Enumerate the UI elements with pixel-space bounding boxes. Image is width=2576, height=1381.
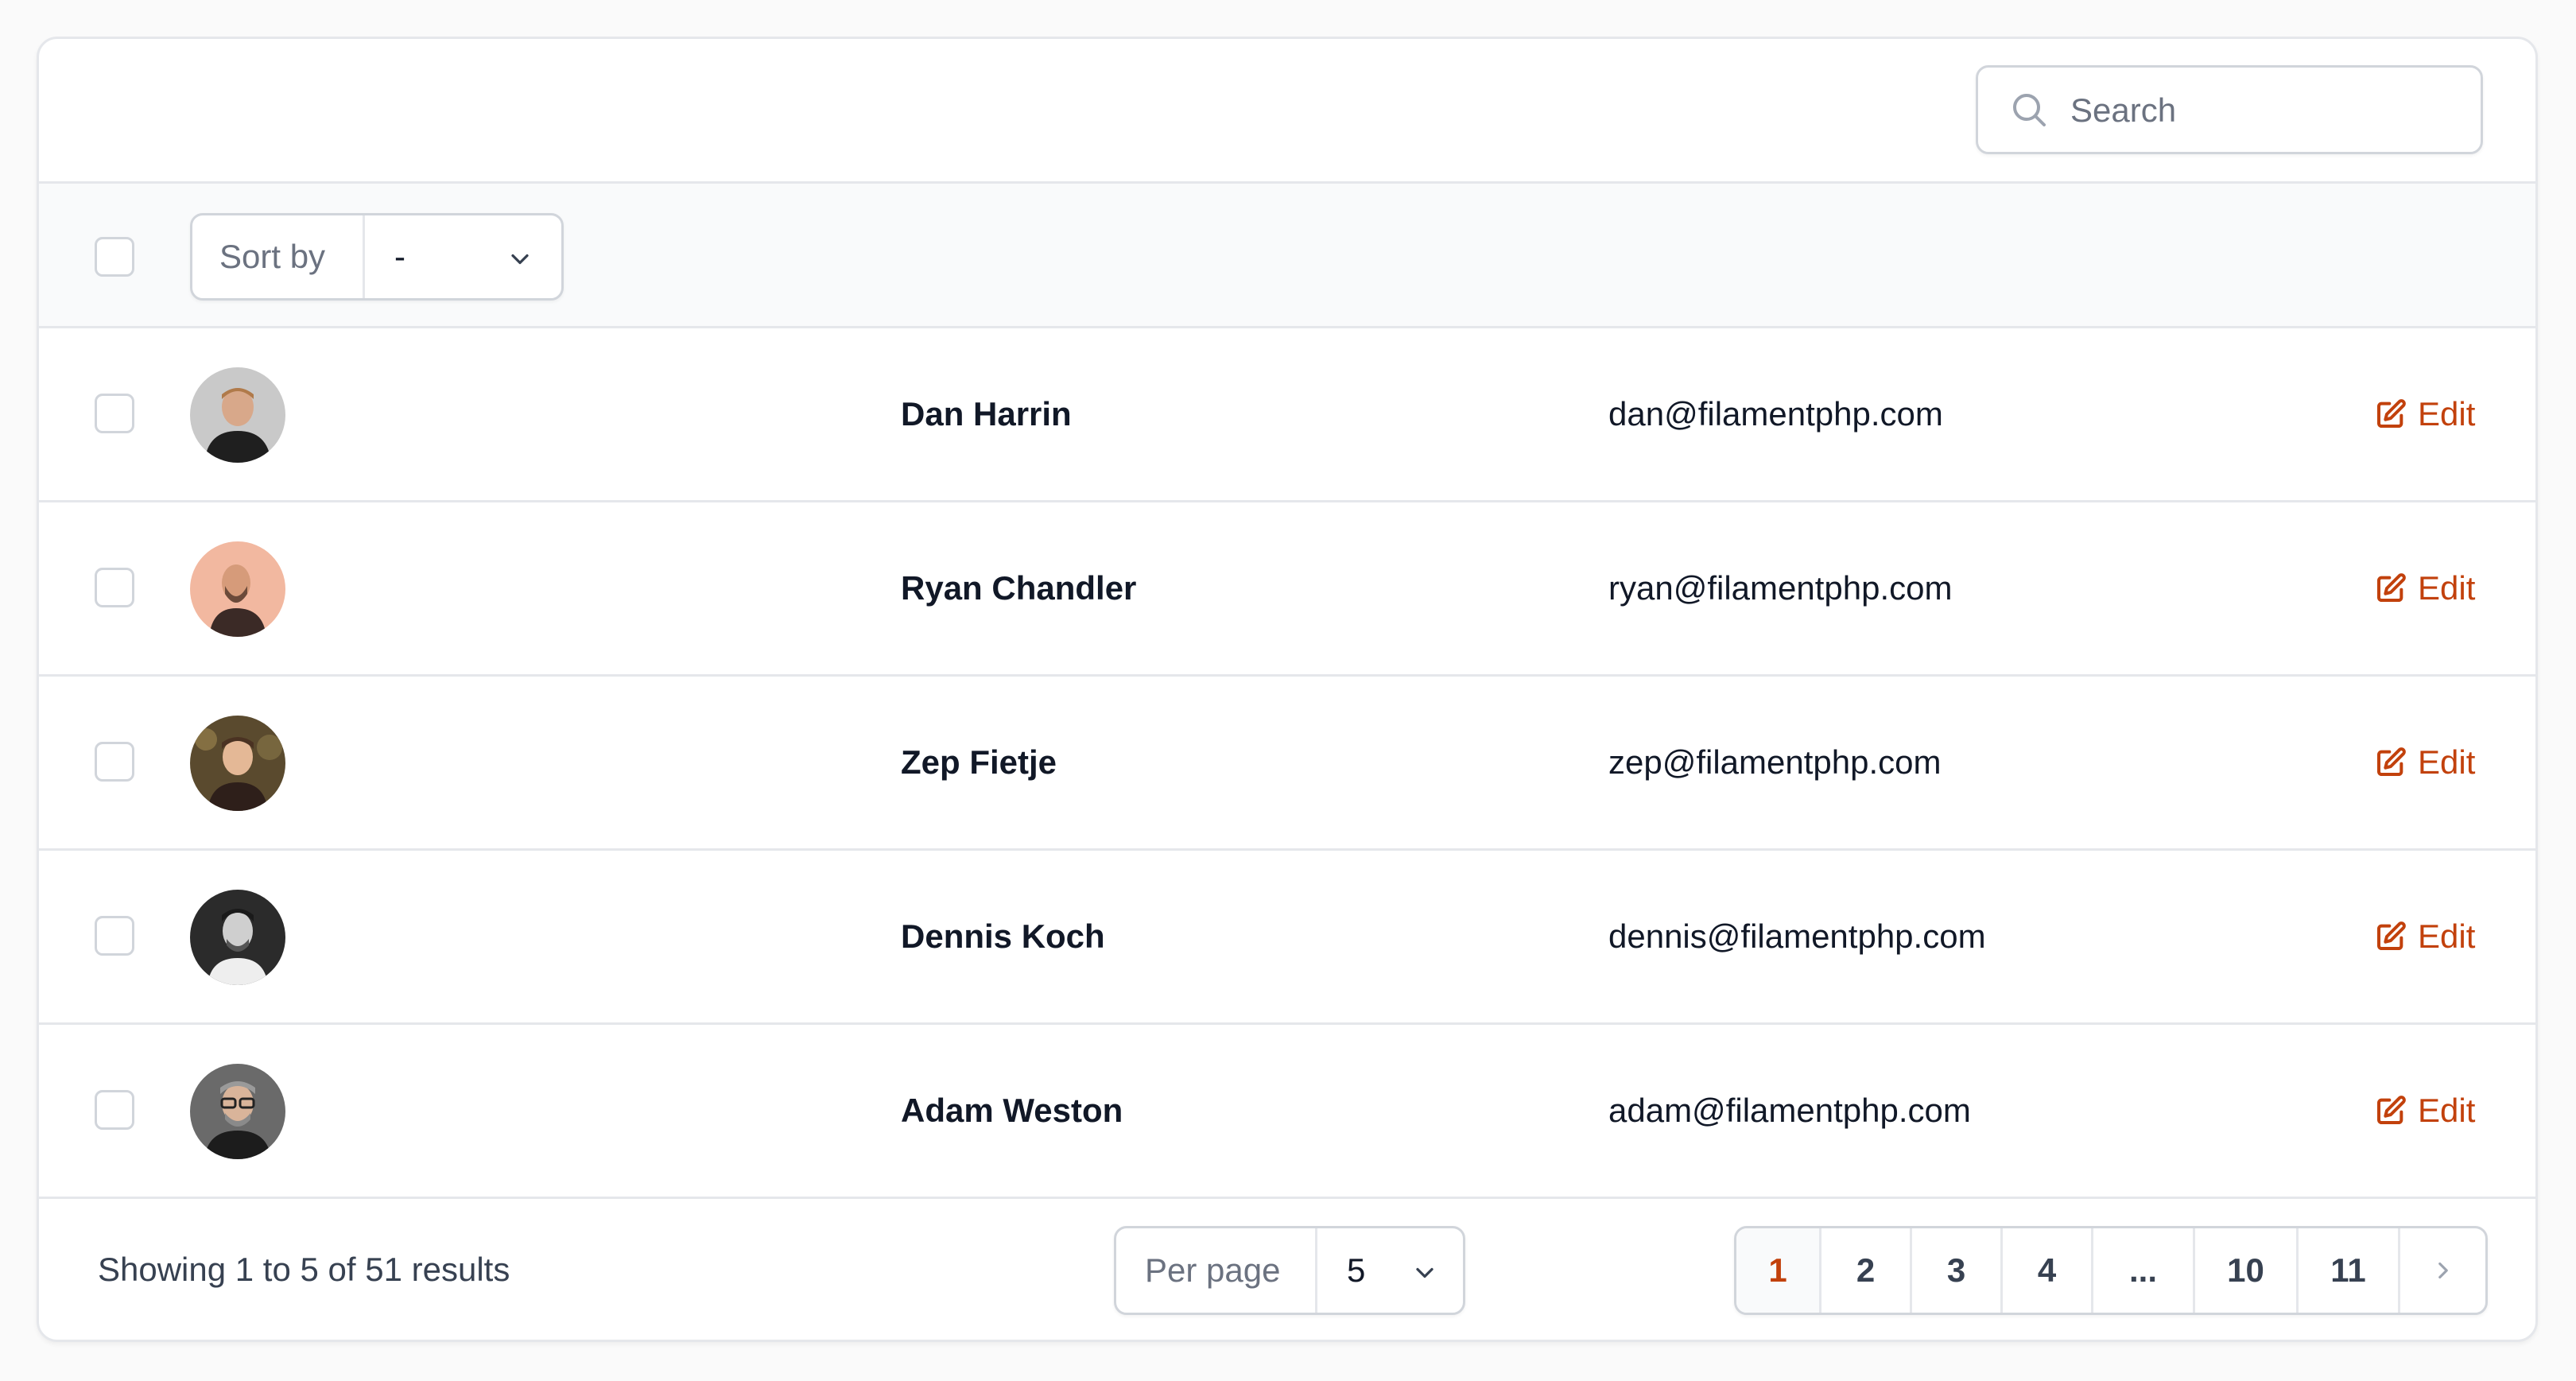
edit-button[interactable]: Edit — [2375, 502, 2475, 674]
table-row[interactable]: Dennis Koch dennis@filamentphp.com Edit — [39, 851, 2535, 1025]
sort-divider — [363, 215, 365, 298]
row-checkbox[interactable] — [95, 568, 134, 607]
edit-icon — [2377, 747, 2406, 776]
edit-icon — [2377, 399, 2406, 428]
table-row[interactable]: Adam Weston adam@filamentphp.com Edit — [39, 1025, 2535, 1199]
user-email: dan@filamentphp.com — [1608, 395, 1943, 433]
page-button-1[interactable]: 1 — [1736, 1228, 1819, 1313]
row-checkbox[interactable] — [95, 1090, 134, 1130]
edit-button[interactable]: Edit — [2375, 677, 2475, 848]
user-name: Dan Harrin — [901, 395, 1072, 433]
table-row[interactable]: Ryan Chandler ryan@filamentphp.com Edit — [39, 502, 2535, 677]
edit-button[interactable]: Edit — [2375, 851, 2475, 1022]
table-row[interactable]: Zep Fietje zep@filamentphp.com Edit — [39, 677, 2535, 851]
avatar — [190, 541, 285, 637]
next-page-button[interactable] — [2398, 1228, 2485, 1313]
user-email: dennis@filamentphp.com — [1608, 917, 1986, 955]
edit-button[interactable]: Edit — [2375, 328, 2475, 500]
per-page-value[interactable]: 5 — [1347, 1228, 1365, 1313]
search-input[interactable] — [2069, 85, 2454, 136]
page-button-10[interactable]: 10 — [2193, 1228, 2296, 1313]
sort-select[interactable]: Sort by - — [190, 213, 564, 301]
search-icon — [2013, 94, 2046, 126]
page-ellipsis: ... — [2091, 1228, 2193, 1313]
table-card: Sort by - Dan Harrin dan@filamentphp.com — [37, 37, 2538, 1342]
edit-label: Edit — [2418, 569, 2476, 607]
user-name: Ryan Chandler — [901, 569, 1137, 607]
user-name: Dennis Koch — [901, 917, 1105, 955]
row-checkbox[interactable] — [95, 394, 134, 433]
user-email: zep@filamentphp.com — [1608, 743, 1942, 781]
row-checkbox[interactable] — [95, 742, 134, 782]
sort-label: Sort by — [219, 238, 326, 275]
chevron-down-icon — [511, 254, 529, 265]
pagination-footer: Showing 1 to 5 of 51 results Per page 5 … — [39, 1200, 2535, 1340]
row-checkbox[interactable] — [95, 916, 134, 956]
edit-label: Edit — [2418, 1092, 2476, 1129]
avatar — [190, 367, 285, 463]
avatar — [190, 1064, 285, 1159]
edit-label: Edit — [2418, 743, 2476, 781]
edit-button[interactable]: Edit — [2375, 1025, 2475, 1197]
user-name: Zep Fietje — [901, 743, 1057, 781]
per-page-label: Per page — [1145, 1251, 1281, 1289]
search-field[interactable] — [1976, 65, 2483, 154]
user-email: adam@filamentphp.com — [1608, 1092, 1971, 1129]
edit-icon — [2377, 573, 2406, 602]
edit-label: Edit — [2418, 917, 2476, 955]
chevron-down-icon — [1416, 1267, 1433, 1278]
page-button-11[interactable]: 11 — [2296, 1228, 2398, 1313]
edit-icon — [2377, 1096, 2406, 1124]
page-button-4[interactable]: 4 — [2000, 1228, 2091, 1313]
table-header-bar — [39, 39, 2535, 184]
avatar — [190, 890, 285, 985]
edit-label: Edit — [2418, 395, 2476, 433]
per-page-divider — [1315, 1228, 1317, 1313]
page-button-2[interactable]: 2 — [1819, 1228, 1910, 1313]
table-toolbar: Sort by - — [39, 184, 2535, 328]
user-email: ryan@filamentphp.com — [1608, 569, 1953, 607]
table-row[interactable]: Dan Harrin dan@filamentphp.com Edit — [39, 328, 2535, 502]
page-button-3[interactable]: 3 — [1910, 1228, 2000, 1313]
select-all-checkbox[interactable] — [95, 237, 134, 277]
results-summary: Showing 1 to 5 of 51 results — [98, 1251, 510, 1288]
user-name: Adam Weston — [901, 1092, 1123, 1129]
edit-icon — [2377, 921, 2406, 950]
sort-value[interactable]: - — [394, 215, 405, 298]
avatar — [190, 716, 285, 811]
chevron-right-icon — [2438, 1262, 2448, 1279]
pagination: 1 2 3 4 ... 10 11 — [1734, 1226, 2488, 1315]
per-page-select[interactable]: Per page 5 — [1114, 1226, 1465, 1315]
